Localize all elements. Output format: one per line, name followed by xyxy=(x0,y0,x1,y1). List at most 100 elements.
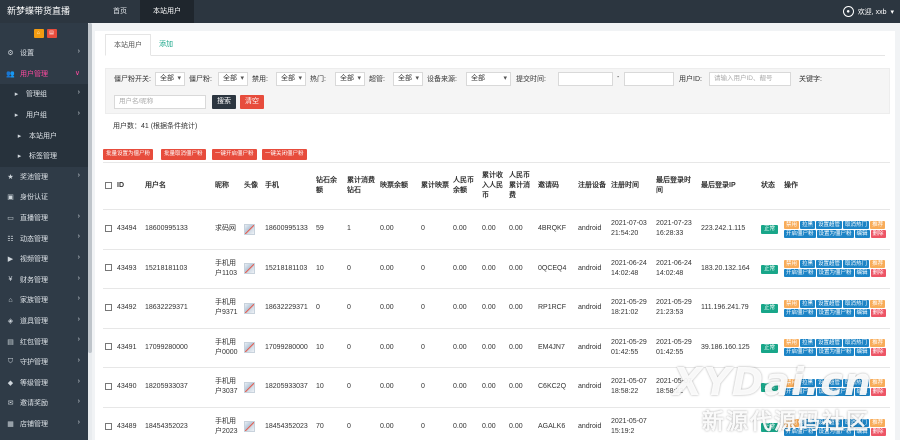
delete-button[interactable]: 删除 xyxy=(870,387,886,396)
delete-button[interactable]: 删除 xyxy=(870,308,886,317)
enable-zombie-button[interactable]: 开启僵尸粉 xyxy=(784,387,816,396)
device-source-select[interactable]: 全部 xyxy=(466,72,511,86)
set-zombie-button[interactable]: 设置为僵尸粉 xyxy=(816,308,854,317)
recommend-button[interactable]: 推荐 xyxy=(870,378,886,387)
recommend-button[interactable]: 推荐 xyxy=(870,299,886,308)
recommend-button[interactable]: 推荐 xyxy=(870,220,886,229)
bulk-cancel-zombie-button[interactable]: 批量取消僵尸粉 xyxy=(161,149,206,160)
ban-button[interactable]: 禁用 xyxy=(784,299,800,308)
set-super-button[interactable]: 设置超管 xyxy=(816,220,843,229)
sidebar-item-15[interactable]: ⛉ 守护管理 › xyxy=(0,352,90,373)
recommend-button[interactable]: 推荐 xyxy=(870,339,886,348)
clear-button[interactable]: 清空 xyxy=(240,95,264,109)
sidebar-item-4[interactable]: ▸ 本站用户 xyxy=(0,125,90,146)
trash-icon[interactable]: ▤ xyxy=(46,28,57,38)
set-super-button[interactable]: 设置超管 xyxy=(816,299,843,308)
sidebar-item-12[interactable]: ⌂ 家族管理 › xyxy=(0,290,90,311)
user-id-input[interactable]: 请输入用户ID、靓号 xyxy=(709,72,791,86)
sidebar-item-14[interactable]: ▤ 红包管理 › xyxy=(0,331,90,352)
user-menu[interactable]: ● 欢迎, xxb ▾ xyxy=(842,0,894,23)
cancel-hot-button[interactable]: 取消热门 xyxy=(843,378,870,387)
keyword-input[interactable]: 用户名/昵称 xyxy=(114,95,206,109)
edit-button[interactable]: 编辑 xyxy=(854,229,870,238)
tab-site-users[interactable]: 本站用户 xyxy=(105,34,151,56)
sidebar-item-6[interactable]: ★ 奖池管理 › xyxy=(0,167,90,188)
set-super-button[interactable]: 设置超管 xyxy=(816,260,843,269)
sidebar-scrollbar[interactable] xyxy=(88,23,92,440)
set-zombie-button[interactable]: 设置为僵尸粉 xyxy=(816,387,854,396)
set-super-button[interactable]: 设置超管 xyxy=(816,339,843,348)
sidebar-item-17[interactable]: ✉ 邀请奖励 › xyxy=(0,393,90,414)
sidebar-item-8[interactable]: ▭ 直播管理 › xyxy=(0,208,90,229)
cancel-hot-button[interactable]: 取消热门 xyxy=(843,418,870,427)
row-checkbox[interactable] xyxy=(105,303,112,311)
sidebar-item-5[interactable]: ▸ 标签管理 xyxy=(0,145,90,167)
super-select[interactable]: 全部 xyxy=(393,72,423,86)
home-icon[interactable]: ⌂ xyxy=(33,28,44,38)
ban-button[interactable]: 禁用 xyxy=(784,260,800,269)
sidebar-item-1[interactable]: 👥 用户管理 ∨ xyxy=(0,64,90,85)
sidebar-item-18[interactable]: ▦ 店铺管理 › xyxy=(0,414,90,435)
enable-zombie-button[interactable]: 开启僵尸粉 xyxy=(784,269,816,278)
edit-button[interactable]: 编辑 xyxy=(854,308,870,317)
sidebar-item-7[interactable]: ▣ 身份认证 xyxy=(0,187,90,208)
sidebar-item-11[interactable]: ¥ 财务管理 › xyxy=(0,270,90,291)
disable-all-zombie-button[interactable]: 一键关闭僵尸粉 xyxy=(262,149,307,160)
hot-select[interactable]: 全部 xyxy=(335,72,365,86)
ban-button[interactable]: 禁用 xyxy=(784,378,800,387)
enable-zombie-button[interactable]: 开启僵尸粉 xyxy=(784,308,816,317)
search-button[interactable]: 搜索 xyxy=(212,95,236,109)
enable-zombie-button[interactable]: 开启僵尸粉 xyxy=(784,348,816,357)
delete-button[interactable]: 删除 xyxy=(870,269,886,278)
row-checkbox[interactable] xyxy=(105,264,112,272)
sidebar-scroll-thumb[interactable] xyxy=(88,23,92,353)
sidebar-item-9[interactable]: ☷ 动态管理 › xyxy=(0,228,90,249)
recommend-button[interactable]: 推荐 xyxy=(870,260,886,269)
edit-button[interactable]: 编辑 xyxy=(854,427,870,436)
zombie-switch-select[interactable]: 全部 xyxy=(155,72,185,86)
nav-site-users[interactable]: 本站用户 xyxy=(140,0,194,23)
recommend-button[interactable]: 推荐 xyxy=(870,418,886,427)
sidebar-item-13[interactable]: ◈ 道具管理 › xyxy=(0,311,90,332)
blacklist-button[interactable]: 拉黑 xyxy=(800,418,816,427)
set-super-button[interactable]: 设置超管 xyxy=(816,418,843,427)
cancel-hot-button[interactable]: 取消热门 xyxy=(843,299,870,308)
edit-button[interactable]: 编辑 xyxy=(854,348,870,357)
set-zombie-button[interactable]: 设置为僵尸粉 xyxy=(816,427,854,436)
row-checkbox[interactable] xyxy=(105,382,112,390)
set-zombie-button[interactable]: 设置为僵尸粉 xyxy=(816,269,854,278)
ban-button[interactable]: 禁用 xyxy=(784,418,800,427)
blacklist-button[interactable]: 拉黑 xyxy=(800,339,816,348)
row-checkbox[interactable] xyxy=(105,343,112,351)
sidebar-item-0[interactable]: ⚙ 设置 › xyxy=(0,43,90,64)
cancel-hot-button[interactable]: 取消热门 xyxy=(843,339,870,348)
enable-zombie-button[interactable]: 开启僵尸粉 xyxy=(784,427,816,436)
sidebar-item-3[interactable]: ▸ 用户组 › xyxy=(0,104,90,126)
enable-zombie-button[interactable]: 开启僵尸粉 xyxy=(784,229,816,238)
delete-button[interactable]: 删除 xyxy=(870,427,886,436)
edit-button[interactable]: 编辑 xyxy=(854,269,870,278)
end-date-input[interactable] xyxy=(624,72,674,86)
blacklist-button[interactable]: 拉黑 xyxy=(800,299,816,308)
sidebar-item-2[interactable]: ▸ 管理组 › xyxy=(0,84,90,105)
delete-button[interactable]: 删除 xyxy=(870,229,886,238)
tab-add[interactable]: 添加 xyxy=(151,34,181,56)
ban-button[interactable]: 禁用 xyxy=(784,220,800,229)
start-date-input[interactable] xyxy=(558,72,613,86)
row-checkbox[interactable] xyxy=(105,224,112,232)
cancel-hot-button[interactable]: 取消热门 xyxy=(843,260,870,269)
nav-home[interactable]: 首页 xyxy=(100,0,140,23)
edit-button[interactable]: 编辑 xyxy=(854,387,870,396)
delete-button[interactable]: 删除 xyxy=(870,348,886,357)
bulk-set-zombie-button[interactable]: 批量设置为僵尸粉 xyxy=(103,149,154,160)
blacklist-button[interactable]: 拉黑 xyxy=(800,220,816,229)
set-super-button[interactable]: 设置超管 xyxy=(816,378,843,387)
ban-button[interactable]: 禁用 xyxy=(784,339,800,348)
row-checkbox[interactable] xyxy=(105,422,112,430)
blacklist-button[interactable]: 拉黑 xyxy=(800,378,816,387)
sidebar-item-10[interactable]: ▶ 视频管理 › xyxy=(0,249,90,270)
set-zombie-button[interactable]: 设置为僵尸粉 xyxy=(816,348,854,357)
banned-select[interactable]: 全部 xyxy=(276,72,306,86)
select-all-checkbox[interactable] xyxy=(105,181,112,189)
zombie-fans-select[interactable]: 全部 xyxy=(218,72,248,86)
